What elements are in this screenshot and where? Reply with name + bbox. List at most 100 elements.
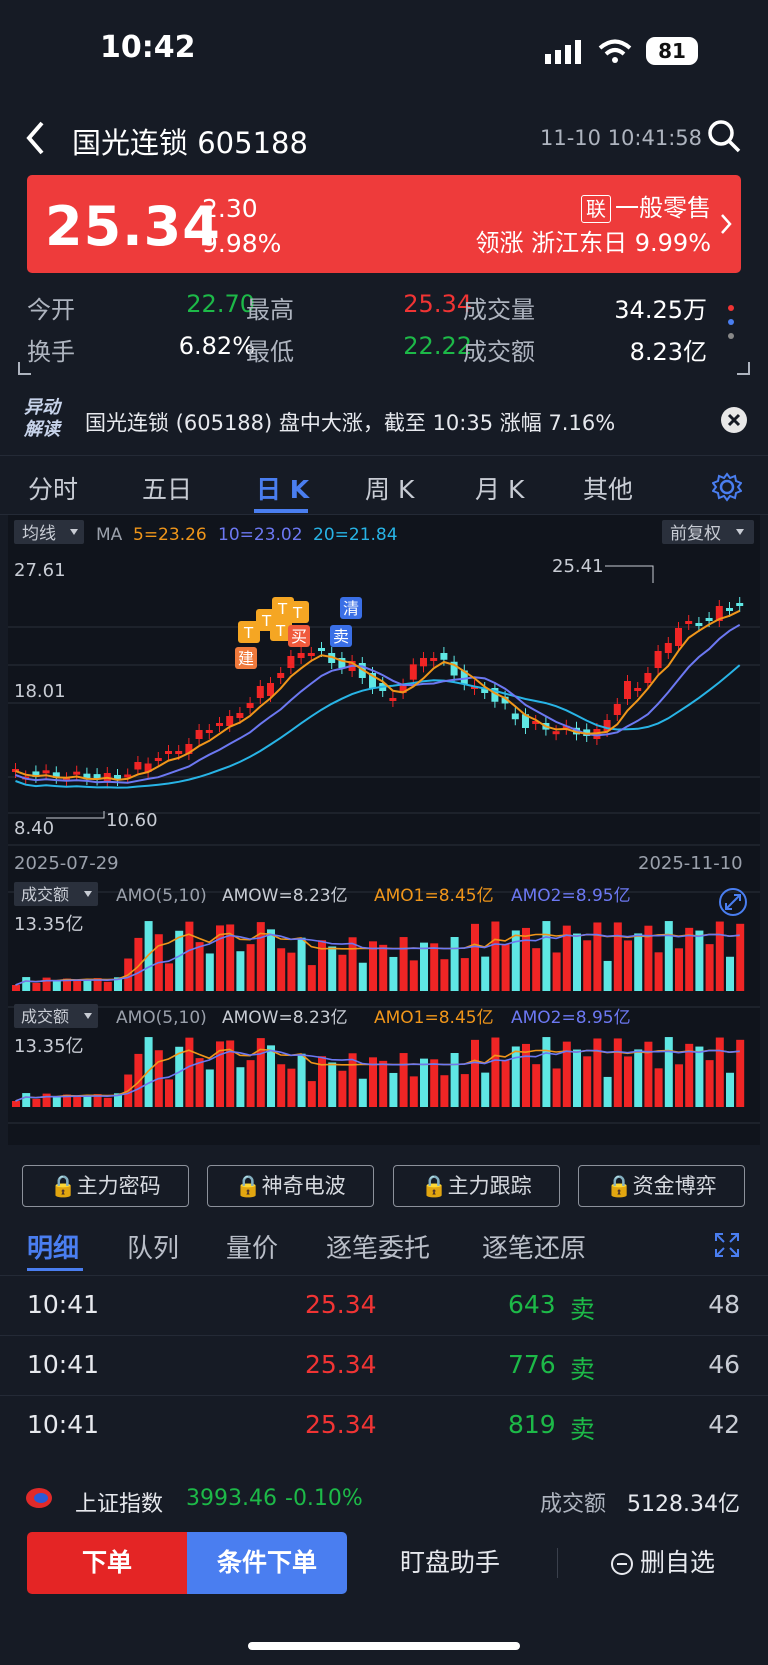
change-percent: 9.98% — [202, 229, 282, 258]
page-title: 国光连锁 605188 — [72, 126, 308, 160]
news-banner[interactable]: 异动 解读 国光连锁 (605188) 盘中大涨，截至 10:35 涨幅 7.1… — [0, 393, 768, 451]
trade-price: 25.34 — [305, 1410, 377, 1439]
signal-build-text: 建 — [238, 649, 254, 668]
tab-tick-restore[interactable]: 逐笔还原 — [482, 1228, 586, 1265]
amount-bar — [256, 922, 265, 991]
feature-main-password[interactable]: 🔒主力密码 — [22, 1165, 189, 1207]
amount-bar — [634, 1049, 643, 1107]
candle — [409, 664, 417, 680]
order-button[interactable]: 下单 — [27, 1532, 187, 1594]
low-value: 22.22 — [403, 332, 472, 360]
feature-label: 神奇电波 — [261, 1174, 346, 1198]
amount-bar — [491, 1037, 500, 1107]
feature-fund-game[interactable]: 🔒资金博弈 — [578, 1165, 745, 1207]
date-end: 2025-11-10 — [638, 853, 743, 874]
tab-volume-price[interactable]: 量价 — [226, 1228, 278, 1265]
index-name: 上证指数 — [75, 1492, 164, 1517]
amount-bar — [409, 1076, 418, 1107]
watch-assistant-button[interactable]: 盯盘助手 — [380, 1532, 520, 1594]
min-price-label: 10.60 — [106, 810, 158, 831]
amount-bar — [593, 1038, 602, 1107]
trade-count: 46 — [708, 1350, 740, 1379]
amount-bar — [460, 958, 469, 991]
amount-bar — [307, 1081, 316, 1107]
lock-icon: 🔒 — [606, 1174, 633, 1198]
sector-info[interactable]: 联一般零售 领涨 浙江东日 9.99% — [476, 191, 712, 261]
trade-side: 卖 — [570, 1295, 596, 1324]
amount-bar — [134, 1053, 143, 1107]
ma5-value: 5=23.26 — [133, 525, 207, 545]
conditional-order-button[interactable]: 条件下单 — [187, 1532, 347, 1594]
amo1-value: AMO1=8.45亿 — [374, 886, 494, 906]
amount-bar — [685, 927, 694, 991]
tab-order-by-order[interactable]: 逐笔委托 — [326, 1228, 430, 1265]
amount-bar — [715, 921, 724, 991]
signal-t-text: T — [261, 612, 272, 630]
amount-bar — [532, 1064, 541, 1107]
amount-bar — [420, 1058, 428, 1107]
tab-queue[interactable]: 队列 — [127, 1228, 179, 1265]
tab-detail[interactable]: 明细 — [27, 1228, 79, 1265]
candle — [195, 730, 203, 739]
trade-row: 10:41 25.34 819 卖 42 — [0, 1395, 768, 1455]
tab-five-day[interactable]: 五日 — [142, 470, 192, 506]
amount-bar — [634, 933, 643, 991]
feature-magic-wave[interactable]: 🔒神奇电波 — [207, 1165, 374, 1207]
tab-other[interactable]: 其他 — [583, 470, 633, 506]
candle — [42, 770, 50, 774]
back-icon[interactable] — [24, 120, 48, 156]
amount-bar — [83, 980, 92, 991]
candle — [613, 704, 621, 715]
amount-bar — [736, 1039, 745, 1107]
amount-bar — [399, 937, 408, 991]
kline-chart[interactable]: 均线 MA 5=23.26 10=23.02 20=21.84 前复权 27.6… — [8, 515, 760, 1145]
expand-icon[interactable] — [714, 1232, 740, 1258]
tab-intraday[interactable]: 分时 — [28, 470, 78, 506]
nav-bar: 国光连锁 605188 11-10 10:41:58 — [0, 100, 768, 172]
expand-corners-icon[interactable] — [18, 362, 750, 376]
index-logo-icon — [26, 1488, 52, 1508]
amount-bar — [603, 1076, 612, 1107]
search-icon[interactable] — [706, 118, 742, 154]
candle — [552, 731, 560, 735]
gear-icon[interactable] — [712, 472, 742, 502]
signal-sell-text: 卖 — [333, 627, 349, 646]
amo1-value-2: AMO1=8.45亿 — [374, 1008, 494, 1028]
amount-bar — [399, 1053, 408, 1107]
amount-bar — [103, 981, 112, 991]
amount-bar — [685, 1043, 694, 1107]
index-bar[interactable]: 上证指数 3993.46 -0.10% 成交额 5128.34亿 — [0, 1470, 768, 1530]
tab-daily-k[interactable]: 日 K — [256, 470, 309, 506]
amount-bar — [42, 1093, 51, 1107]
amo2-value-2: AMO2=8.95亿 — [511, 1008, 631, 1028]
amount-bar — [144, 921, 153, 991]
amount-bar — [379, 944, 388, 991]
amount-bar — [420, 942, 428, 991]
trade-row: 10:41 25.34 643 卖 48 — [0, 1275, 768, 1335]
amount-bar — [409, 960, 418, 991]
feature-main-tracking[interactable]: 🔒主力跟踪 — [393, 1165, 560, 1207]
amount-bar — [22, 977, 31, 991]
ma-label: MA — [96, 525, 123, 545]
close-icon[interactable] — [720, 406, 748, 434]
amount-bar — [165, 963, 173, 991]
amount-bar — [715, 1037, 724, 1107]
amount-bar — [460, 1074, 469, 1107]
amount-bar — [440, 1075, 449, 1107]
amount-bar — [613, 1038, 622, 1107]
max-price-label: 25.41 — [552, 556, 604, 577]
news-text: 国光连锁 (605188) 盘中大涨，截至 10:35 涨幅 7.16% — [85, 411, 616, 435]
trade-volume: 643 — [508, 1290, 556, 1319]
amount-bar — [481, 956, 490, 991]
y-axis-mid: 18.01 — [14, 681, 66, 702]
candle — [216, 723, 223, 726]
amount-bar — [328, 946, 337, 991]
candle — [664, 643, 672, 653]
sector-leader: 领涨 浙江东日 9.99% — [475, 229, 712, 257]
amount-bar — [358, 1078, 367, 1107]
tab-weekly-k[interactable]: 周 K — [365, 470, 414, 506]
more-dots-icon[interactable] — [724, 300, 738, 346]
amount-bar — [532, 948, 541, 991]
tab-monthly-k[interactable]: 月 K — [475, 470, 524, 506]
price-panel[interactable]: 25.34 2.30 9.98% 联一般零售 领涨 浙江东日 9.99% — [27, 175, 741, 273]
